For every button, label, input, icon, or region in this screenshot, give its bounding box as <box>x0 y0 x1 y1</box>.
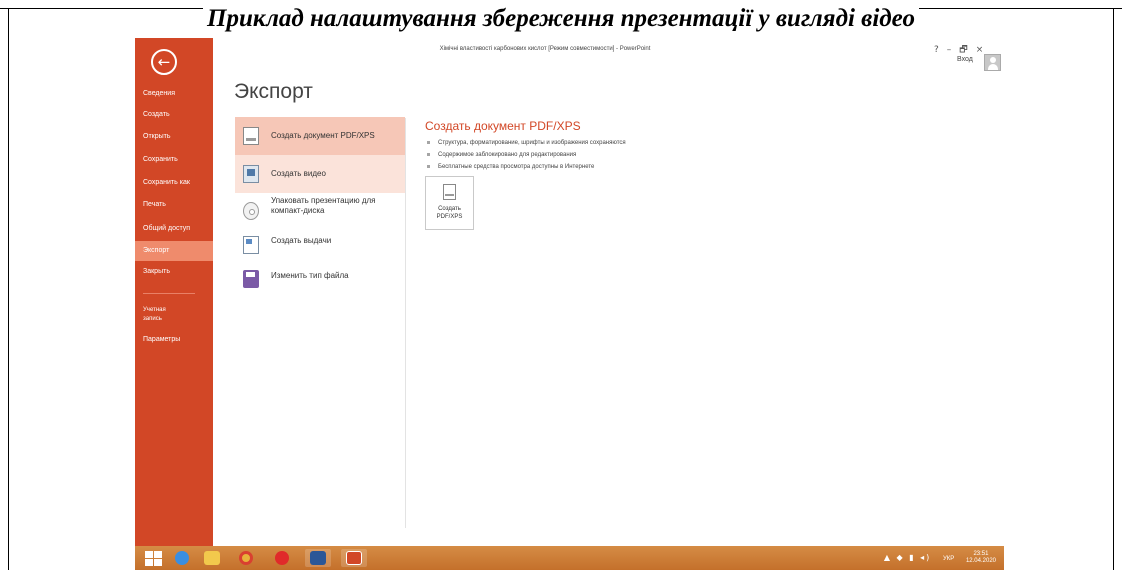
system-tray: ▲ ◆ ▮ ◂) УКР 23:51 12.04.2020 <box>884 551 996 565</box>
windows-start-icon[interactable] <box>143 549 163 567</box>
detail-bullet-list: Структура, форматирование, шрифты и изоб… <box>426 137 626 173</box>
option-create-handouts[interactable]: Создать выдачи <box>235 226 405 264</box>
list-item: Содержимое заблокировано для редактирова… <box>426 149 626 161</box>
option-package-cd[interactable]: Упаковать презентацию для компакт-диска <box>235 192 405 230</box>
sidebar-separator <box>143 293 195 294</box>
sign-in-link[interactable]: Вход <box>957 56 973 63</box>
file-explorer-icon[interactable] <box>199 549 225 567</box>
create-pdf-xps-button[interactable]: Создать PDF/XPS <box>425 176 474 230</box>
option-change-file-type[interactable]: Изменить тип файла <box>235 260 405 298</box>
user-avatar-icon[interactable] <box>984 54 1001 71</box>
clock-time: 23:51 <box>973 551 989 557</box>
list-item: Бесплатные средства просмотра доступны в… <box>426 161 626 173</box>
powerpoint-backstage-screenshot: ← Сведения Создать Открыть Сохранить Сох… <box>135 38 1004 570</box>
frame-left-border <box>8 8 9 570</box>
option-label: Изменить тип файла <box>271 271 349 280</box>
windows-taskbar: ▲ ◆ ▮ ◂) УКР 23:51 12.04.2020 <box>135 546 1004 570</box>
tray-icons[interactable]: ▲ ◆ ▮ ◂) <box>884 553 931 562</box>
sidebar-item-share[interactable]: Общий доступ <box>135 219 213 239</box>
list-item: Структура, форматирование, шрифты и изоб… <box>426 137 626 149</box>
option-label: Создать выдачи <box>271 236 332 245</box>
sidebar-item-save[interactable]: Сохранить <box>135 150 213 170</box>
pdf-document-icon <box>443 184 456 200</box>
word-icon[interactable] <box>305 549 331 567</box>
sidebar-item-close[interactable]: Закрыть <box>135 262 213 282</box>
help-icon[interactable]: ? <box>934 45 939 55</box>
close-icon[interactable]: × <box>976 45 984 55</box>
sidebar-item-account[interactable]: Учетная запись <box>135 304 175 326</box>
option-label: Упаковать презентацию для компакт-диска <box>271 196 376 215</box>
save-icon <box>243 270 259 288</box>
sidebar-item-options[interactable]: Параметры <box>135 330 213 350</box>
panel-divider <box>405 118 406 528</box>
detail-title: Создать документ PDF/XPS <box>425 119 581 133</box>
option-label: Создать документ PDF/XPS <box>271 131 375 140</box>
video-icon <box>243 165 259 183</box>
opera-icon[interactable] <box>269 549 295 567</box>
sidebar-item-info[interactable]: Сведения <box>135 84 213 104</box>
minimize-icon[interactable]: – <box>947 45 952 55</box>
sidebar-item-new[interactable]: Создать <box>135 105 213 125</box>
backstage-sidebar: ← Сведения Создать Открыть Сохранить Сох… <box>135 38 213 546</box>
option-create-pdf-xps[interactable]: Создать документ PDF/XPS <box>235 117 405 155</box>
chrome-icon[interactable] <box>233 549 259 567</box>
frame-right-border <box>1113 8 1114 570</box>
figure-caption-text: Приклад налаштування збереження презента… <box>203 5 919 32</box>
sidebar-item-open[interactable]: Открыть <box>135 127 213 147</box>
sidebar-item-print[interactable]: Печать <box>135 195 213 215</box>
cd-icon <box>243 202 259 220</box>
sidebar-item-save-as[interactable]: Сохранить как <box>135 173 213 193</box>
clock[interactable]: 23:51 12.04.2020 <box>966 551 996 565</box>
language-indicator[interactable]: УКР <box>943 556 954 562</box>
pdf-document-icon <box>243 127 259 145</box>
option-label: Создать видео <box>271 169 326 178</box>
create-pdf-xps-button-label: Создать PDF/XPS <box>436 206 463 220</box>
handout-icon <box>243 236 259 254</box>
figure-caption: Приклад налаштування збереження презента… <box>0 5 1122 33</box>
option-create-video[interactable]: Создать видео <box>235 155 405 193</box>
powerpoint-icon[interactable] <box>341 549 367 567</box>
sidebar-item-export[interactable]: Экспорт <box>135 241 213 261</box>
internet-explorer-icon[interactable] <box>169 549 195 567</box>
back-arrow-icon[interactable]: ← <box>151 49 177 75</box>
page-title: Экспорт <box>234 80 313 103</box>
window-title: Хімічні властивості карбонових кислот [Р… <box>439 46 651 52</box>
clock-date: 12.04.2020 <box>965 558 996 564</box>
